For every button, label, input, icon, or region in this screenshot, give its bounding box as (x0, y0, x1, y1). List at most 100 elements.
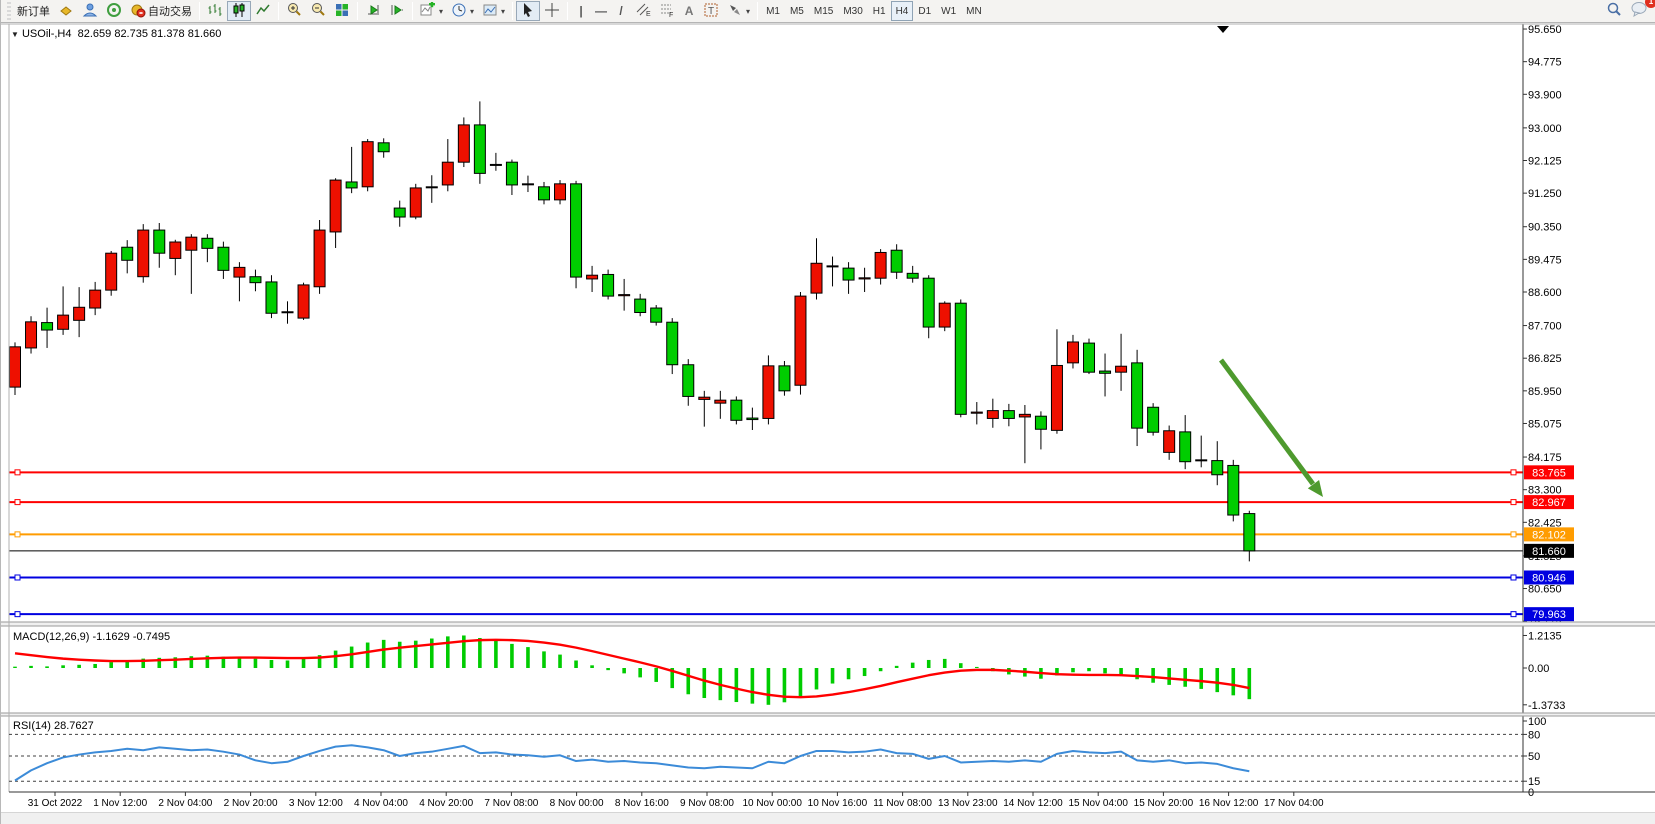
macd-histogram-bar (927, 660, 931, 668)
timeframe-m1-button[interactable]: M1 (761, 1, 785, 21)
candle-body (811, 263, 822, 293)
trendline-icon: / (619, 4, 622, 18)
trendline-button[interactable]: / (611, 1, 631, 21)
macd-histogram-bar (975, 667, 979, 668)
timeframe-m15-button[interactable]: M15 (809, 1, 838, 21)
window-bottom-edge (1, 812, 1655, 824)
candle-body (1067, 342, 1078, 363)
macd-histogram-bar (735, 668, 739, 702)
channel-button[interactable]: E (631, 1, 655, 21)
tile-windows-button[interactable] (330, 1, 354, 21)
vertical-line-icon: | (579, 4, 582, 18)
macd-histogram-bar (382, 640, 386, 668)
auto-trading-button[interactable]: 自动交易 (126, 1, 196, 21)
macd-histogram-bar (1151, 668, 1155, 683)
toolbar: 新订单 自动交易 (1, 0, 1655, 23)
new-order-button[interactable]: 新订单 (13, 1, 54, 21)
text-button[interactable]: A (679, 1, 699, 21)
signals-button[interactable] (102, 1, 126, 21)
search-icon (1606, 2, 1622, 21)
macd-indicator-label: MACD(12,26,9) -1.1629 -0.7495 (13, 631, 170, 643)
chart-candles-button[interactable] (227, 1, 251, 21)
chart-canvas[interactable]: 95.65094.77593.90093.00092.12591.25090.3… (1, 23, 1655, 824)
text-label-button[interactable]: T (699, 1, 723, 21)
line-handle[interactable] (1511, 500, 1516, 505)
cursor-button[interactable] (516, 1, 540, 21)
timeframe-m5-button[interactable]: M5 (785, 1, 809, 21)
timeframe-mn-button[interactable]: MN (961, 1, 987, 21)
candle-body (170, 242, 181, 258)
vertical-line-button[interactable]: | (571, 1, 591, 21)
macd-histogram-bar (638, 668, 642, 677)
crosshair-button[interactable] (540, 1, 564, 21)
toolbar-grip[interactable] (7, 2, 11, 20)
macd-histogram-bar (847, 668, 851, 679)
chart-dropdown-icon[interactable]: ▼ (11, 30, 19, 39)
panel-separator[interactable] (1, 622, 1655, 626)
candle-body (1132, 363, 1143, 428)
candle-body (651, 308, 662, 322)
macd-histogram-bar (286, 660, 290, 668)
line-handle[interactable] (15, 532, 20, 537)
candle-body (186, 237, 197, 250)
timeframe-d1-button[interactable]: D1 (913, 1, 936, 21)
line-handle[interactable] (1511, 532, 1516, 537)
macd-histogram-bar (270, 660, 274, 668)
equidistant-channel-icon: E (635, 2, 651, 21)
macd-histogram-bar (686, 668, 690, 694)
line-handle[interactable] (15, 470, 20, 475)
auto-scroll-button[interactable] (361, 1, 385, 21)
mt4-window: 新订单 自动交易 (0, 0, 1655, 824)
candle-body (635, 299, 646, 312)
line-handle[interactable] (1511, 612, 1516, 617)
market-watch-button[interactable] (54, 1, 78, 21)
candle-body (1180, 432, 1191, 462)
horizontal-line-button[interactable]: — (591, 1, 611, 21)
line-handle[interactable] (1511, 575, 1516, 580)
timeframe-w1-button[interactable]: W1 (936, 1, 961, 21)
shapes-button[interactable]: ▾ (723, 1, 754, 21)
zoom-in-button[interactable] (282, 1, 306, 21)
macd-histogram-bar (863, 668, 867, 676)
line-handle[interactable] (1511, 470, 1516, 475)
line-handle[interactable] (15, 575, 20, 580)
price-axis[interactable] (1523, 23, 1655, 793)
candle-body (1164, 431, 1175, 453)
candle-body (1244, 514, 1255, 551)
candle-body (939, 303, 950, 327)
macd-histogram-bar (29, 666, 33, 668)
line-handle[interactable] (15, 612, 20, 617)
chart-shift-button[interactable] (385, 1, 409, 21)
candle-body (571, 184, 582, 277)
timeframe-m30-button[interactable]: M30 (838, 1, 867, 21)
candle-body (875, 252, 886, 278)
text-label-icon: T (703, 2, 719, 21)
chart-bars-button[interactable] (203, 1, 227, 21)
fibonacci-button[interactable]: F (655, 1, 679, 21)
templates-button[interactable]: ▾ (478, 1, 509, 21)
search-button[interactable] (1602, 1, 1626, 21)
candle-body (266, 282, 277, 313)
community-button[interactable] (78, 1, 102, 21)
horizontal-line-icon: — (595, 4, 607, 18)
candle-body (90, 290, 101, 308)
chart-line-button[interactable] (251, 1, 275, 21)
zoom-out-button[interactable] (306, 1, 330, 21)
macd-histogram-bar (590, 665, 594, 668)
candle-body (683, 365, 694, 397)
periods-button[interactable]: ▾ (447, 1, 478, 21)
macd-histogram-bar (366, 643, 370, 668)
candle-body (1084, 343, 1095, 372)
indicators-button[interactable]: ▾ (416, 1, 447, 21)
candle-body (106, 253, 117, 290)
candle-body (330, 180, 341, 232)
macd-histogram-bar (1167, 668, 1171, 685)
timeframe-h4-button[interactable]: H4 (891, 1, 914, 21)
line-handle[interactable] (15, 500, 20, 505)
timeframe-h1-button[interactable]: H1 (868, 1, 891, 21)
date-axis[interactable] (1, 792, 1523, 812)
candle-body (506, 162, 517, 185)
cursor-icon (520, 2, 536, 21)
candle-body (218, 247, 229, 270)
macd-histogram-bar (1183, 668, 1187, 687)
